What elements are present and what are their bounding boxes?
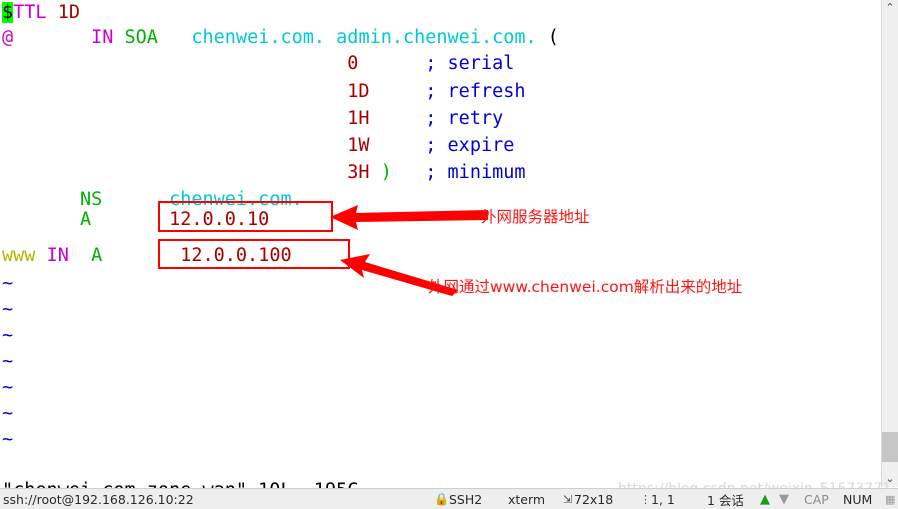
upload-indicator-icon: ▲ (760, 491, 770, 507)
lock-icon: 🔒 (434, 492, 449, 506)
text-span: chenwei.com. admin.chenwei.com. (191, 27, 537, 48)
text-span: 1D (57, 2, 80, 23)
vertical-scrollbar[interactable]: ⌃ ⌄ (881, 0, 898, 487)
line-tilde-3: ~ (2, 323, 13, 348)
line-tilde-6: ~ (2, 401, 13, 426)
line-tilde-1: ~ (2, 271, 13, 296)
text-span: A (79, 209, 92, 230)
text-span (113, 27, 124, 48)
text-span: 1D (347, 81, 370, 102)
text-span (2, 135, 347, 156)
highlight-box-ns-address (158, 201, 333, 232)
text-span (2, 53, 347, 74)
resize-icon: ⇲ (563, 492, 573, 506)
scroll-up-arrow-icon[interactable]: ⌃ (882, 0, 898, 16)
download-indicator-icon: ▼ (779, 491, 789, 507)
resize-grip-icon: ▦ (885, 492, 896, 506)
text-span: ( (536, 27, 559, 48)
text-span: $ (2, 2, 14, 23)
text-span: ; serial (425, 53, 515, 74)
scroll-down-arrow-icon[interactable]: ⌄ (882, 471, 898, 487)
text-span: ; expire (425, 135, 515, 156)
highlight-box-www-address (158, 239, 350, 269)
text-span: 3H (347, 162, 370, 183)
text-span (392, 162, 425, 183)
text-span: 1H (347, 108, 370, 129)
text-span: IN (46, 245, 69, 266)
text-span (47, 2, 58, 23)
line-tilde-2: ~ (2, 297, 13, 322)
text-span (2, 162, 347, 183)
text-span: ; refresh (425, 81, 526, 102)
status-terminal-type: xterm (508, 491, 546, 507)
text-span (13, 27, 91, 48)
text-span (370, 81, 426, 102)
text-span: ; minimum (425, 162, 526, 183)
status-cursor-position: 1, 1 (651, 491, 675, 507)
line-tilde-7: ~ (2, 427, 13, 452)
text-span: www (2, 245, 36, 266)
scrollbar-thumb[interactable] (882, 432, 898, 462)
text-span: 1W (347, 135, 370, 156)
line-soa: @ IN SOA chenwei.com. admin.chenwei.com.… (2, 25, 559, 50)
text-span (2, 209, 80, 230)
annotation-note-www-resolution: 外网通过www.chenwei.com解析出来的地址 (428, 278, 743, 296)
text-span: ; retry (425, 108, 504, 129)
text-span (2, 108, 347, 129)
text-span: ~ (2, 351, 14, 372)
text-span (370, 135, 426, 156)
text-span: ~ (2, 299, 14, 320)
status-protocol: SSH2 (449, 491, 483, 507)
line-expire: 1W ; expire (2, 133, 514, 158)
text-span (370, 108, 426, 129)
text-span (158, 27, 191, 48)
line-minimum: 3H ) ; minimum (2, 160, 526, 185)
text-span (35, 245, 46, 266)
text-span: TTL (13, 2, 47, 23)
line-ttl: $TTL 1D (2, 0, 80, 25)
status-caps-lock: CAP (804, 491, 829, 507)
status-terminal-size: 72x18 (574, 491, 614, 507)
text-span (69, 245, 91, 266)
vim-editor-area[interactable]: $TTL 1D @ IN SOA chenwei.com. admin.chenw… (0, 0, 872, 487)
text-span (2, 81, 347, 102)
text-span (370, 162, 381, 183)
line-retry: 1H ; retry (2, 106, 503, 131)
text-span: ) (380, 162, 392, 183)
text-span: ~ (2, 403, 14, 424)
text-span: ~ (2, 325, 14, 346)
text-span: ~ (2, 429, 14, 450)
annotation-note-external-server: 外网服务器地址 (481, 208, 590, 226)
text-span: ~ (2, 273, 14, 294)
terminal-window: $TTL 1D @ IN SOA chenwei.com. admin.chenw… (0, 0, 898, 509)
text-span: 0 (347, 53, 359, 74)
text-span: SOA (124, 27, 158, 48)
text-span: @ (2, 27, 14, 48)
status-num-lock: NUM (843, 491, 873, 507)
text-span: ~ (2, 377, 14, 398)
text-span (358, 53, 425, 74)
line-refresh: 1D ; refresh (2, 79, 526, 104)
status-bar: ssh://root@192.168.126.10:22 🔒 SSH2 xter… (0, 488, 898, 509)
text-span: A (91, 245, 103, 266)
status-session-count: 1 会话 (707, 492, 744, 508)
line-tilde-5: ~ (2, 375, 13, 400)
cursor-icon: ⋮ (640, 492, 651, 506)
status-connection-string: ssh://root@192.168.126.10:22 (3, 491, 194, 507)
line-tilde-4: ~ (2, 349, 13, 374)
line-serial: 0 ; serial (2, 51, 514, 76)
vim-status-line: "chenwei.com.zone.wan" 10L, 195C 1,1 全部 (0, 452, 872, 509)
arrow-to-ns-address (330, 205, 488, 230)
text-span: IN (91, 27, 114, 48)
